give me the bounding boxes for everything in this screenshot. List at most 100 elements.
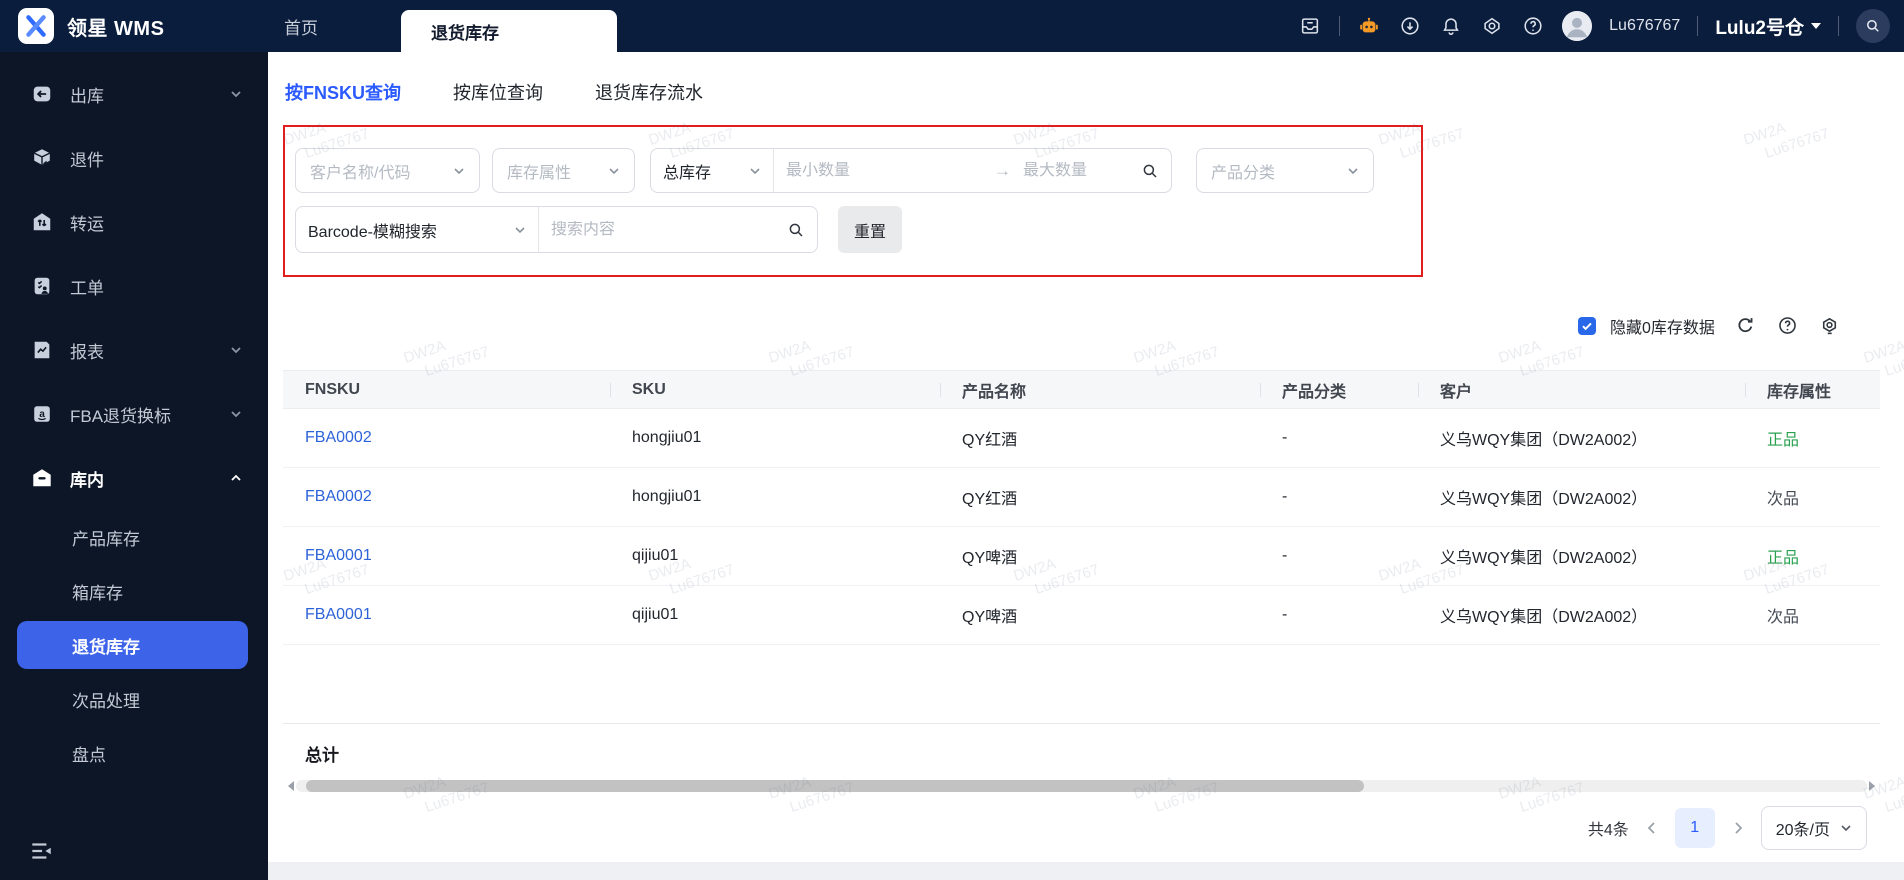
- returns-icon: [31, 147, 53, 169]
- page-size-value: 20条/页: [1775, 822, 1830, 839]
- nav-home[interactable]: 首页: [284, 0, 318, 52]
- warehouse-selector-label: Lulu2号仓: [1715, 17, 1804, 39]
- inventory-table: FNSKU SKU 产品名称 产品分类 客户 库存属性 FBA0002 hongjiu01 Q…: [283, 370, 1880, 645]
- warehouse-selector[interactable]: Lulu2号仓: [1715, 13, 1821, 40]
- workorder-icon: [31, 275, 53, 297]
- current-page[interactable]: 1: [1674, 808, 1715, 848]
- filter-max-qty-input[interactable]: [1011, 161, 1141, 180]
- prev-page-icon[interactable]: [1645, 821, 1659, 835]
- cell-customer: 义乌WQY集团（DW2A002）: [1418, 526, 1745, 586]
- tab-by-fnsku[interactable]: 按FNSKU查询: [285, 79, 401, 105]
- filter-category-select[interactable]: 产品分类: [1196, 148, 1374, 193]
- filter-customer-select[interactable]: 客户名称/代码: [295, 148, 480, 193]
- barcode-search-group: Barcode-模糊搜索: [295, 206, 818, 253]
- robot-assistant-icon[interactable]: [1357, 14, 1381, 38]
- notifications-bell-icon[interactable]: [1439, 14, 1463, 38]
- window-tab-returns-inventory[interactable]: 退货库存: [401, 10, 617, 52]
- sidebar-item-work-order[interactable]: 工单: [0, 254, 268, 318]
- sidebar-item-reports[interactable]: 报表: [0, 318, 268, 382]
- help-icon[interactable]: [1777, 315, 1799, 337]
- refresh-icon[interactable]: [1735, 315, 1757, 337]
- sidebar-item-product-inventory[interactable]: 产品库存: [0, 510, 268, 564]
- filter-stock-type-value: 总库存: [663, 164, 712, 182]
- help-icon[interactable]: [1521, 14, 1545, 38]
- sidebar-subitem-label: 箱库存: [72, 583, 123, 603]
- scroll-right-arrow-icon[interactable]: [1869, 781, 1880, 791]
- global-search-button[interactable]: [1856, 9, 1890, 43]
- main-content: 按FNSKU查询 按库位查询 退货库存流水 客户名称/代码 库存属性 总库存 → 产…: [268, 52, 1904, 880]
- settings-gear-icon[interactable]: [1480, 14, 1504, 38]
- sidebar: 出库退件 转运 工单报表 a FBA退货换标 库内 产品库存箱库存退货库存次品处理盘点: [0, 52, 268, 880]
- sidebar-item-returns-inventory[interactable]: 退货库存: [17, 621, 248, 669]
- sidebar-item-returns[interactable]: 退件: [0, 126, 268, 190]
- fnsku-link[interactable]: FBA0001: [305, 606, 372, 623]
- column-header: SKU: [610, 370, 940, 409]
- sidebar-subitem-label: 盘点: [72, 745, 106, 765]
- pagination: 共4条 1 20条/页: [1588, 806, 1867, 850]
- sidebar-item-label: 报表: [70, 342, 104, 362]
- column-settings-icon[interactable]: [1819, 315, 1841, 337]
- filter-attribute-placeholder: 库存属性: [507, 164, 572, 182]
- horizontal-scrollbar[interactable]: [283, 780, 1880, 792]
- sidebar-item-outbound[interactable]: 出库: [0, 62, 268, 126]
- chevron-down-icon: [230, 408, 242, 420]
- chevron-down-icon: [608, 165, 620, 177]
- filter-attribute-select[interactable]: 库存属性: [492, 148, 635, 193]
- app-title: 领星 WMS: [67, 17, 165, 40]
- sidebar-item-fba-relabel[interactable]: a FBA退货换标: [0, 382, 268, 446]
- download-icon[interactable]: [1398, 14, 1422, 38]
- column-header: 库存属性: [1745, 370, 1880, 409]
- cell-customer: 义乌WQY集团（DW2A002）: [1418, 408, 1745, 468]
- filter-barcode-mode-select[interactable]: Barcode-模糊搜索: [296, 207, 538, 252]
- chevron-down-icon: [514, 224, 526, 236]
- sidebar-item-box-inventory[interactable]: 箱库存: [0, 564, 268, 618]
- search-icon[interactable]: [787, 221, 805, 239]
- sidebar-item-defective-handling[interactable]: 次品处理: [0, 672, 268, 726]
- filter-barcode-mode-value: Barcode-模糊搜索: [308, 223, 437, 241]
- cell-product-name: QY红酒: [940, 467, 1260, 527]
- sidebar-subitem-label: 次品处理: [72, 691, 140, 711]
- cell-attribute: 正品: [1745, 526, 1880, 586]
- caret-down-icon: [1811, 23, 1821, 34]
- divider: [1838, 16, 1839, 36]
- scrollbar-track[interactable]: [296, 780, 1867, 792]
- next-page-icon[interactable]: [1731, 821, 1745, 835]
- cell-fnsku: FBA0001: [283, 526, 610, 586]
- cell-attribute: 正品: [1745, 408, 1880, 468]
- fnsku-link[interactable]: FBA0001: [305, 547, 372, 564]
- sidebar-item-label: 出库: [70, 86, 104, 106]
- cell-category: -: [1260, 467, 1418, 527]
- column-header: 产品分类: [1260, 370, 1418, 409]
- chevron-down-icon: [1841, 825, 1851, 832]
- table-header-row: FNSKU SKU 产品名称 产品分类 客户 库存属性: [283, 370, 1880, 409]
- chevron-down-icon: [230, 344, 242, 356]
- reset-button[interactable]: 重置: [838, 206, 902, 253]
- sidebar-item-label: FBA退货换标: [70, 406, 172, 426]
- page-size-select[interactable]: 20条/页: [1760, 806, 1867, 850]
- transfer-icon: [31, 211, 53, 233]
- sidebar-item-transfer[interactable]: 转运: [0, 190, 268, 254]
- hide-zero-checkbox[interactable]: [1578, 317, 1596, 335]
- fnsku-link[interactable]: FBA0002: [305, 488, 372, 505]
- warehouse-icon: [31, 467, 53, 489]
- sidebar-subitem-label: 退货库存: [72, 637, 140, 657]
- username[interactable]: Lu676767: [1609, 17, 1680, 35]
- column-header: FNSKU: [283, 370, 610, 409]
- sidebar-item-stocktaking[interactable]: 盘点: [0, 726, 268, 780]
- scroll-left-arrow-icon[interactable]: [283, 781, 294, 791]
- cell-category: -: [1260, 585, 1418, 645]
- tab-inventory-flow[interactable]: 退货库存流水: [595, 79, 703, 105]
- fnsku-link[interactable]: FBA0002: [305, 429, 372, 446]
- sidebar-collapse-icon[interactable]: [28, 838, 54, 864]
- window-tab-label: 退货库存: [431, 23, 499, 43]
- filter-stock-type-select[interactable]: 总库存: [651, 149, 773, 192]
- filter-min-qty-input[interactable]: [774, 161, 994, 180]
- user-avatar[interactable]: [1562, 11, 1593, 41]
- search-icon[interactable]: [1141, 162, 1159, 180]
- sidebar-item-in-warehouse[interactable]: 库内: [0, 446, 268, 510]
- tab-by-location[interactable]: 按库位查询: [453, 79, 543, 105]
- inbox-mail-icon[interactable]: [1298, 14, 1322, 38]
- scrollbar-thumb[interactable]: [306, 780, 1364, 792]
- filter-search-input[interactable]: [539, 220, 787, 239]
- hide-zero-label[interactable]: 隐藏0库存数据: [1610, 314, 1715, 338]
